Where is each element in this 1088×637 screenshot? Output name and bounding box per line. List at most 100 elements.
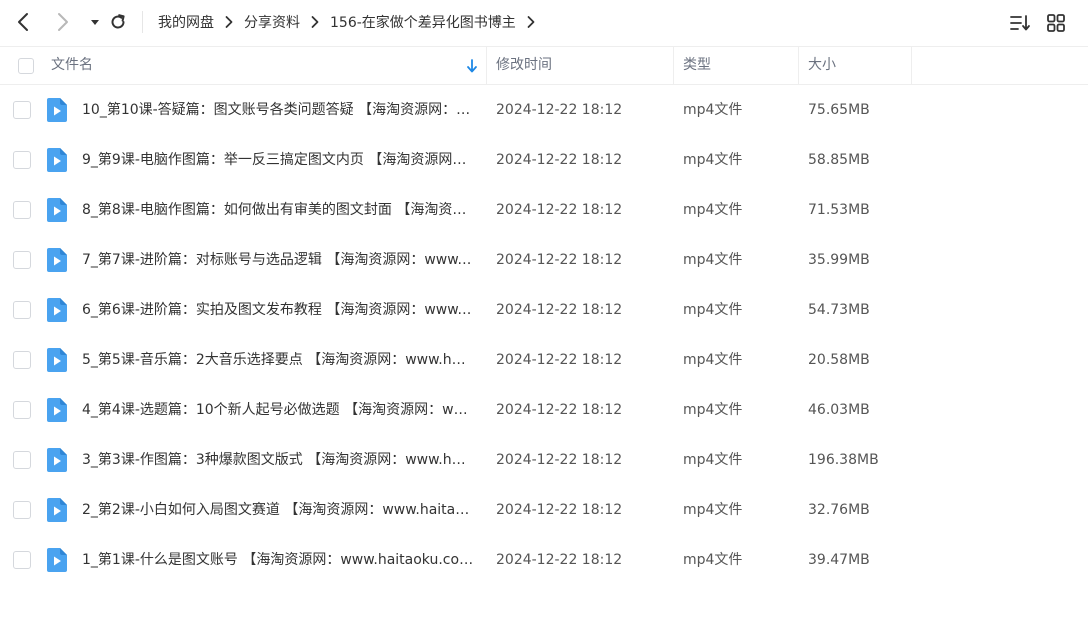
file-row[interactable]: 6_第6课-进阶篇：实拍及图文发布教程 【海淘资源网：www.haitaoku.… xyxy=(0,285,1088,335)
file-type: mp4文件 xyxy=(683,252,743,268)
refresh-icon xyxy=(111,14,125,29)
forward-button[interactable] xyxy=(50,10,74,34)
file-type: mp4文件 xyxy=(683,202,743,218)
video-file-icon xyxy=(47,348,67,372)
chevron-right-icon xyxy=(214,12,244,32)
breadcrumb: 我的网盘 分享资料 156-在家做个差异化图书博主 xyxy=(158,12,546,32)
video-file-icon xyxy=(47,298,67,322)
breadcrumb-item-shared[interactable]: 分享资料 xyxy=(244,12,300,32)
row-checkbox[interactable] xyxy=(13,451,31,469)
file-size: 32.76MB xyxy=(808,502,870,518)
file-name[interactable]: 3_第3课-作图篇：3种爆款图文版式 【海淘资源网：www.haitaoku.c… xyxy=(82,450,474,470)
file-name[interactable]: 8_第8课-电脑作图篇：如何做出有审美的图文封面 【海淘资源网：www.hait… xyxy=(82,200,474,220)
breadcrumb-item-current-folder[interactable]: 156-在家做个差异化图书博主 xyxy=(330,12,516,32)
column-header-type[interactable]: 类型 xyxy=(683,47,711,84)
file-row[interactable]: 2_第2课-小白如何入局图文赛道 【海淘资源网：www.haitaoku.com… xyxy=(0,485,1088,535)
chevron-right-icon[interactable] xyxy=(516,12,546,32)
video-file-icon xyxy=(47,98,67,122)
file-size: 71.53MB xyxy=(808,202,870,218)
grid-view-icon xyxy=(1047,14,1065,32)
chevron-right-icon xyxy=(58,13,68,31)
file-size: 196.38MB xyxy=(808,452,879,468)
file-row[interactable]: 8_第8课-电脑作图篇：如何做出有审美的图文封面 【海淘资源网：www.hait… xyxy=(0,185,1088,235)
sort-list-icon xyxy=(1010,15,1030,31)
file-size: 58.85MB xyxy=(808,152,870,168)
file-row[interactable]: 5_第5课-音乐篇：2大音乐选择要点 【海淘资源网：www.haitaoku.c… xyxy=(0,335,1088,385)
file-modified-time: 2024-12-22 18:12 xyxy=(496,452,623,468)
video-file-icon xyxy=(47,398,67,422)
file-name[interactable]: 6_第6课-进阶篇：实拍及图文发布教程 【海淘资源网：www.haitaoku.… xyxy=(82,300,474,320)
row-checkbox[interactable] xyxy=(13,401,31,419)
file-modified-time: 2024-12-22 18:12 xyxy=(496,402,623,418)
file-type: mp4文件 xyxy=(683,502,743,518)
file-type: mp4文件 xyxy=(683,302,743,318)
file-modified-time: 2024-12-22 18:12 xyxy=(496,202,623,218)
breadcrumb-item-my-drive[interactable]: 我的网盘 xyxy=(158,12,214,32)
history-dropdown-button[interactable] xyxy=(83,10,107,34)
file-row[interactable]: 10_第10课-答疑篇：图文账号各类问题答疑 【海淘资源网：www.haitao… xyxy=(0,85,1088,135)
video-file-icon xyxy=(47,498,67,522)
video-file-icon xyxy=(47,198,67,222)
file-name[interactable]: 5_第5课-音乐篇：2大音乐选择要点 【海淘资源网：www.haitaoku.c… xyxy=(82,350,474,370)
file-row[interactable]: 4_第4课-选题篇：10个新人起号必做选题 【海淘资源网：www.haitaok… xyxy=(0,385,1088,435)
file-modified-time: 2024-12-22 18:12 xyxy=(496,102,623,118)
row-checkbox[interactable] xyxy=(13,151,31,169)
video-file-icon xyxy=(47,148,67,172)
chevron-right-icon xyxy=(300,12,330,32)
file-type: mp4文件 xyxy=(683,102,743,118)
column-divider[interactable] xyxy=(798,47,799,84)
row-checkbox[interactable] xyxy=(13,501,31,519)
row-checkbox[interactable] xyxy=(13,301,31,319)
grid-view-button[interactable] xyxy=(1044,11,1068,35)
row-checkbox[interactable] xyxy=(13,351,31,369)
toolbar-divider xyxy=(142,11,143,33)
column-divider[interactable] xyxy=(911,47,912,84)
file-row[interactable]: 3_第3课-作图篇：3种爆款图文版式 【海淘资源网：www.haitaoku.c… xyxy=(0,435,1088,485)
file-row[interactable]: 1_第1课-什么是图文账号 【海淘资源网：www.haitaoku.com】.m… xyxy=(0,535,1088,585)
file-type: mp4文件 xyxy=(683,352,743,368)
file-name[interactable]: 2_第2课-小白如何入局图文赛道 【海淘资源网：www.haitaoku.com… xyxy=(82,500,474,520)
file-modified-time: 2024-12-22 18:12 xyxy=(496,552,623,568)
file-table-header: 文件名 修改时间 类型 大小 xyxy=(0,46,1088,85)
file-size: 75.65MB xyxy=(808,102,870,118)
row-checkbox[interactable] xyxy=(13,251,31,269)
column-divider[interactable] xyxy=(673,47,674,84)
file-size: 46.03MB xyxy=(808,402,870,418)
file-size: 20.58MB xyxy=(808,352,870,368)
file-type: mp4文件 xyxy=(683,552,743,568)
file-row[interactable]: 9_第9课-电脑作图篇：举一反三搞定图文内页 【海淘资源网：www.haitao… xyxy=(0,135,1088,185)
caret-down-icon xyxy=(91,20,99,25)
video-file-icon xyxy=(47,448,67,472)
file-modified-time: 2024-12-22 18:12 xyxy=(496,152,623,168)
chevron-left-icon xyxy=(18,13,28,31)
video-file-icon xyxy=(47,548,67,572)
file-modified-time: 2024-12-22 18:12 xyxy=(496,302,623,318)
row-checkbox[interactable] xyxy=(13,201,31,219)
back-button[interactable] xyxy=(12,10,36,34)
file-modified-time: 2024-12-22 18:12 xyxy=(496,502,623,518)
file-type: mp4文件 xyxy=(683,402,743,418)
file-name[interactable]: 10_第10课-答疑篇：图文账号各类问题答疑 【海淘资源网：www.haitao… xyxy=(82,100,474,120)
file-size: 39.47MB xyxy=(808,552,870,568)
file-row[interactable]: 7_第7课-进阶篇：对标账号与选品逻辑 【海淘资源网：www.haitaoku.… xyxy=(0,235,1088,285)
sort-button[interactable] xyxy=(1008,11,1032,35)
file-modified-time: 2024-12-22 18:12 xyxy=(496,252,623,268)
navigation-bar: 我的网盘 分享资料 156-在家做个差异化图书博主 xyxy=(0,0,1088,44)
refresh-button[interactable] xyxy=(106,10,130,34)
file-name[interactable]: 9_第9课-电脑作图篇：举一反三搞定图文内页 【海淘资源网：www.haitao… xyxy=(82,150,474,170)
column-divider[interactable] xyxy=(486,47,487,84)
column-header-size[interactable]: 大小 xyxy=(808,47,836,84)
file-type: mp4文件 xyxy=(683,152,743,168)
file-name[interactable]: 1_第1课-什么是图文账号 【海淘资源网：www.haitaoku.com】.m… xyxy=(82,550,474,570)
file-name[interactable]: 4_第4课-选题篇：10个新人起号必做选题 【海淘资源网：www.haitaok… xyxy=(82,400,474,420)
file-modified-time: 2024-12-22 18:12 xyxy=(496,352,623,368)
row-checkbox[interactable] xyxy=(13,101,31,119)
column-header-modified[interactable]: 修改时间 xyxy=(496,47,552,84)
file-name[interactable]: 7_第7课-进阶篇：对标账号与选品逻辑 【海淘资源网：www.haitaoku.… xyxy=(82,250,474,270)
arrow-down-icon[interactable] xyxy=(466,59,478,73)
file-size: 35.99MB xyxy=(808,252,870,268)
row-checkbox[interactable] xyxy=(13,551,31,569)
column-header-name[interactable]: 文件名 xyxy=(51,47,93,84)
select-all-checkbox[interactable] xyxy=(18,58,34,74)
video-file-icon xyxy=(47,248,67,272)
